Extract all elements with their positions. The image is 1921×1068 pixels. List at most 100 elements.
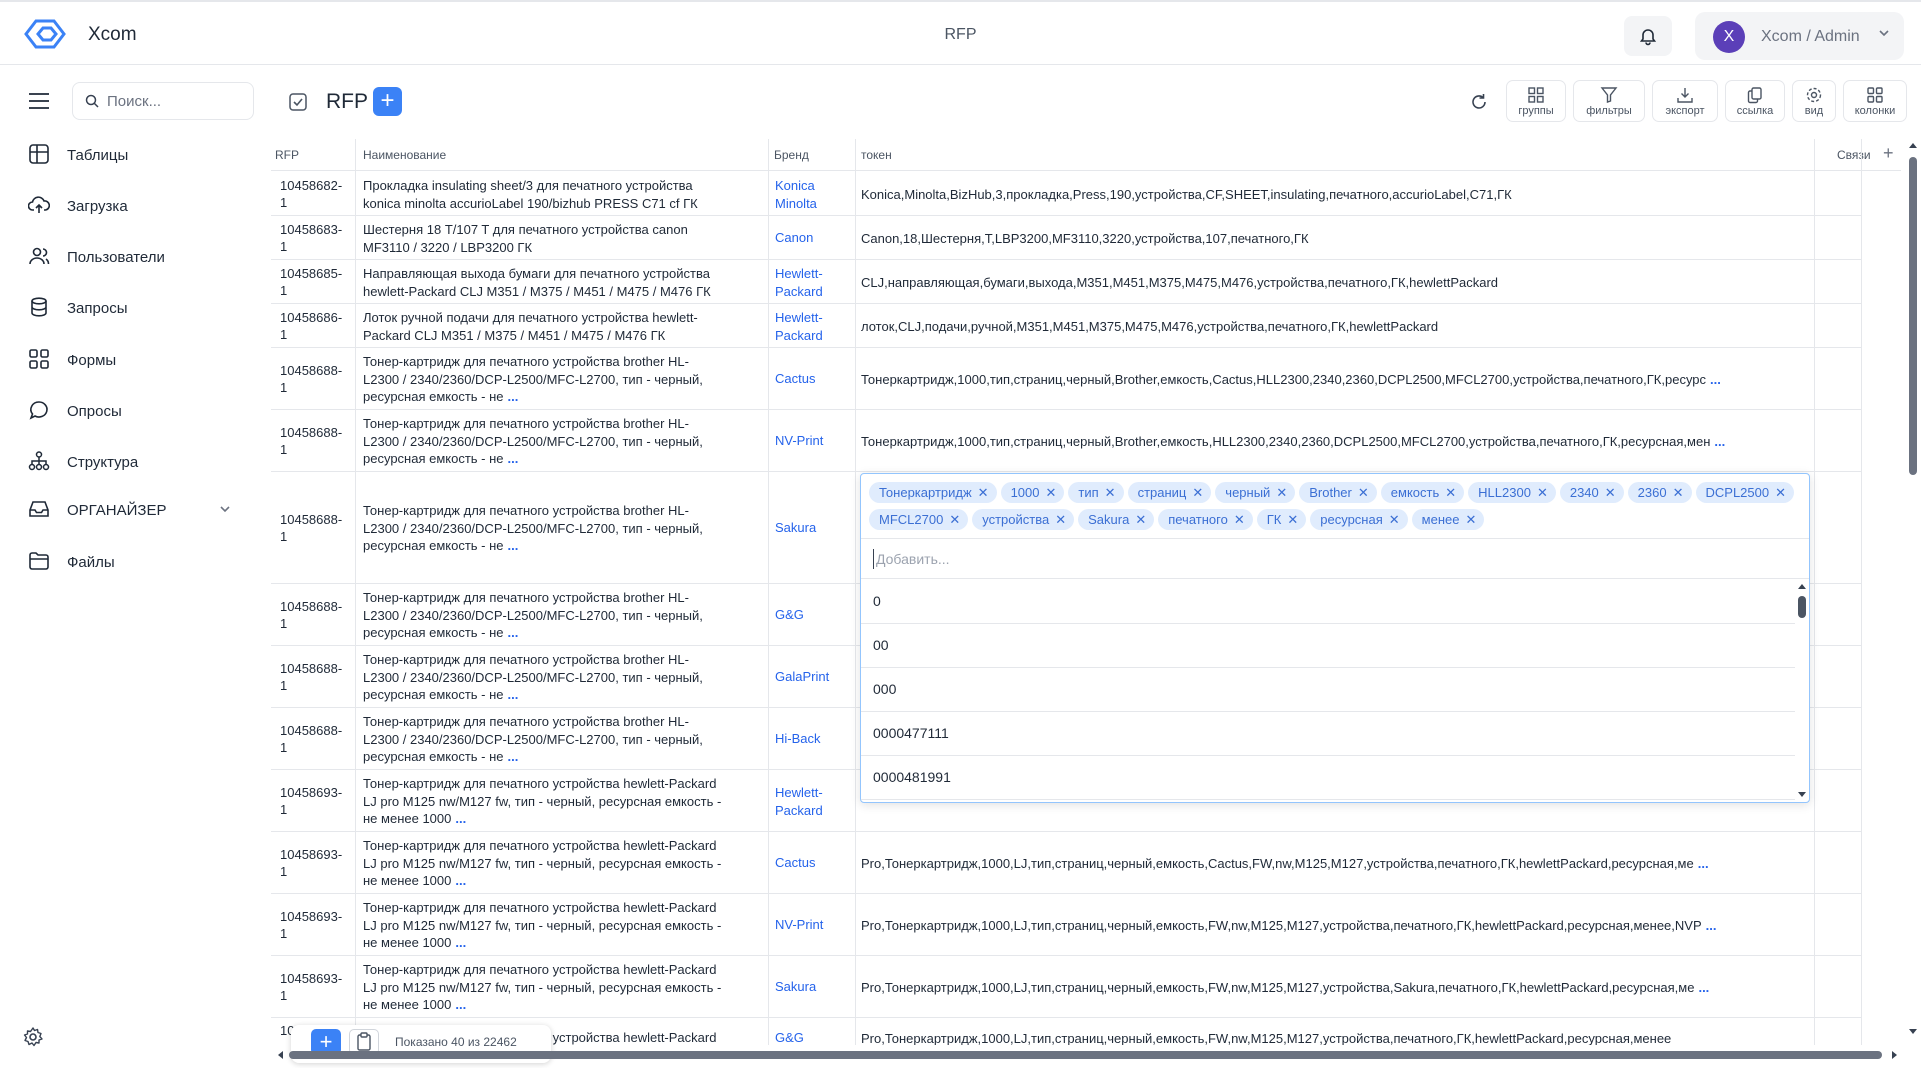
cell-brand-link[interactable]: Sakura bbox=[775, 519, 855, 537]
expand-text-button[interactable]: ... bbox=[508, 538, 519, 553]
cell-rfp[interactable]: 10458693- 1 bbox=[280, 784, 355, 818]
token-chip[interactable]: ресурсная ✕ bbox=[1310, 509, 1408, 530]
token-chip[interactable]: MFCL2700 ✕ bbox=[869, 509, 969, 530]
checkbox-icon[interactable] bbox=[288, 92, 308, 112]
sidebar-item-upload[interactable]: Загрузка bbox=[28, 191, 248, 221]
notifications-button[interactable] bbox=[1624, 16, 1672, 56]
sidebar-item-files[interactable]: Файлы bbox=[28, 547, 248, 577]
filters-button[interactable]: фильтры bbox=[1573, 80, 1645, 122]
token-option[interactable]: 0 bbox=[861, 580, 1795, 624]
cell-brand-link[interactable]: Hi-Back bbox=[775, 730, 855, 748]
remove-chip-icon[interactable]: ✕ bbox=[1276, 485, 1287, 500]
token-chip[interactable]: ГК ✕ bbox=[1256, 509, 1307, 530]
remove-chip-icon[interactable]: ✕ bbox=[1465, 512, 1476, 527]
remove-chip-icon[interactable]: ✕ bbox=[978, 485, 989, 500]
expand-text-button[interactable]: ... bbox=[508, 451, 519, 466]
cell-brand-link[interactable]: NV-Print bbox=[775, 916, 855, 934]
cell-token[interactable]: Canon,18,Шестерня,T,LBP3200,MF3110,3220,… bbox=[861, 230, 1791, 247]
column-header-links[interactable]: Связи bbox=[1837, 148, 1871, 162]
sidebar-item-requests[interactable]: Запросы bbox=[28, 293, 248, 323]
cell-name[interactable]: Тонер-картридж для печатного устройства … bbox=[363, 837, 758, 890]
cell-rfp[interactable]: 10458688- 1 bbox=[280, 362, 355, 396]
horizontal-scrollbar[interactable] bbox=[275, 1048, 1900, 1062]
table-row[interactable]: 10458683- 1 Шестерня 18 T/107 T для печатн… bbox=[271, 216, 1861, 260]
token-chip[interactable]: Brother ✕ bbox=[1299, 482, 1377, 503]
cell-name[interactable]: Лоток ручной подачи для печатного устрой… bbox=[363, 309, 758, 344]
token-chip[interactable]: менее ✕ bbox=[1411, 509, 1485, 530]
cell-name[interactable]: Тонер-картридж для печатного устройства … bbox=[363, 353, 758, 406]
cell-name[interactable]: Тонер-картридж для печатного устройства … bbox=[363, 651, 758, 704]
cell-rfp[interactable]: 10458683- 1 bbox=[280, 221, 355, 255]
cell-name[interactable]: Тонер-картридж для печатного устройства … bbox=[363, 961, 758, 1014]
expand-text-button[interactable]: ... bbox=[508, 687, 519, 702]
token-chip[interactable]: 2340 ✕ bbox=[1559, 482, 1624, 503]
cell-brand-link[interactable]: Hewlett- Packard bbox=[775, 309, 855, 344]
remove-chip-icon[interactable]: ✕ bbox=[1192, 485, 1203, 500]
menu-icon[interactable] bbox=[28, 92, 50, 110]
cell-token[interactable]: Тонеркартридж,1000,тип,страниц,черный,Br… bbox=[861, 371, 1791, 388]
cell-brand-link[interactable]: GalaPrint bbox=[775, 668, 855, 686]
token-chip[interactable]: DCPL2500 ✕ bbox=[1695, 482, 1795, 503]
cell-name[interactable]: Прокладка insulating sheet/3 для печатно… bbox=[363, 177, 758, 212]
remove-chip-icon[interactable]: ✕ bbox=[1135, 512, 1146, 527]
expand-token-button[interactable]: ... bbox=[1714, 434, 1725, 449]
view-button[interactable]: вид bbox=[1792, 80, 1836, 122]
cell-brand-link[interactable]: G&G bbox=[775, 606, 855, 624]
token-chip[interactable]: устройства ✕ bbox=[972, 509, 1075, 530]
cell-brand-link[interactable]: Konica Minolta bbox=[775, 177, 855, 212]
table-row[interactable]: 10458688- 1 Тонер-картридж для печатного у… bbox=[271, 348, 1861, 410]
remove-chip-icon[interactable]: ✕ bbox=[1673, 485, 1684, 500]
dropdown-scrollbar[interactable] bbox=[1795, 580, 1809, 802]
expand-text-button[interactable]: ... bbox=[455, 997, 466, 1012]
token-chip[interactable]: Sakura ✕ bbox=[1078, 509, 1155, 530]
token-chip[interactable]: тип ✕ bbox=[1068, 482, 1124, 503]
sidebar-item-tables[interactable]: Таблицы bbox=[28, 140, 248, 170]
link-button[interactable]: ссылка bbox=[1725, 80, 1785, 122]
sidebar-item-surveys[interactable]: Опросы bbox=[28, 396, 248, 426]
remove-chip-icon[interactable]: ✕ bbox=[1046, 485, 1057, 500]
cell-name[interactable]: Тонер-картридж для печатного устройства … bbox=[363, 775, 758, 828]
remove-chip-icon[interactable]: ✕ bbox=[1537, 485, 1548, 500]
remove-chip-icon[interactable]: ✕ bbox=[1389, 512, 1400, 527]
groups-button[interactable]: группы bbox=[1506, 80, 1566, 122]
cell-rfp[interactable]: 10458688- 1 bbox=[280, 424, 355, 458]
token-chip[interactable]: страниц ✕ bbox=[1127, 482, 1212, 503]
remove-chip-icon[interactable]: ✕ bbox=[1287, 512, 1298, 527]
cell-token[interactable]: лоток,CLJ,подачи,ручной,M351,M451,M375,M… bbox=[861, 318, 1791, 335]
cell-name[interactable]: Тонер-картридж для печатного устройства … bbox=[363, 713, 758, 766]
remove-chip-icon[interactable]: ✕ bbox=[1775, 485, 1786, 500]
token-option[interactable]: 0000477111 bbox=[861, 712, 1795, 756]
refresh-icon[interactable] bbox=[1469, 92, 1489, 112]
cell-token[interactable]: Konica,Minolta,BizHub,3,прокладка,Press,… bbox=[861, 186, 1791, 203]
cell-token[interactable]: Pro,Тонеркартридж,1000,LJ,тип,страниц,че… bbox=[861, 855, 1791, 872]
cell-name[interactable]: Направляющая выхода бумаги для печатного… bbox=[363, 265, 758, 300]
cell-rfp[interactable]: 10458693- 1 bbox=[280, 970, 355, 1004]
cell-rfp[interactable]: 10458685- 1 bbox=[280, 265, 355, 299]
cell-brand-link[interactable]: Hewlett- Packard bbox=[775, 265, 855, 300]
cell-brand-link[interactable]: Cactus bbox=[775, 370, 855, 388]
cell-rfp[interactable]: 10458688- 1 bbox=[280, 722, 355, 756]
cell-brand-link[interactable]: Cactus bbox=[775, 854, 855, 872]
cell-name[interactable]: Тонер-картридж для печатного устройства … bbox=[363, 899, 758, 952]
settings-gear-icon[interactable] bbox=[22, 1026, 44, 1048]
token-option[interactable]: 0000481991 bbox=[861, 756, 1795, 800]
user-menu[interactable]: X Xcom / Admin bbox=[1695, 12, 1904, 60]
expand-token-button[interactable]: ... bbox=[1706, 918, 1717, 933]
remove-chip-icon[interactable]: ✕ bbox=[1358, 485, 1369, 500]
column-header-brand[interactable]: Бренд bbox=[774, 148, 809, 162]
expand-text-button[interactable]: ... bbox=[455, 873, 466, 888]
token-chip[interactable]: печатного ✕ bbox=[1158, 509, 1253, 530]
token-option[interactable]: 000 bbox=[861, 668, 1795, 712]
cell-token[interactable]: Pro,Тонеркартридж,1000,LJ,тип,страниц,че… bbox=[861, 1030, 1791, 1045]
sidebar-item-structure[interactable]: Структура bbox=[28, 447, 248, 477]
column-header-name[interactable]: Наименование bbox=[363, 148, 446, 162]
add-column-button[interactable]: + bbox=[1883, 143, 1894, 164]
column-header-token[interactable]: токен bbox=[861, 148, 892, 162]
token-editor-popup[interactable]: Тонеркартридж ✕ 1000 ✕ тип ✕ страниц ✕ черный ✕ Br… bbox=[860, 473, 1810, 803]
expand-text-button[interactable]: ... bbox=[455, 811, 466, 826]
table-row[interactable]: 10458685- 1 Направляющая выхода бумаги для… bbox=[271, 260, 1861, 304]
sidebar-item-organizer[interactable]: ОРГАНАЙЗЕР bbox=[28, 495, 248, 525]
vertical-scrollbar[interactable] bbox=[1906, 139, 1920, 1039]
cell-brand-link[interactable]: Hewlett- Packard bbox=[775, 784, 855, 819]
cell-rfp[interactable]: 10458686- 1 bbox=[280, 309, 355, 343]
